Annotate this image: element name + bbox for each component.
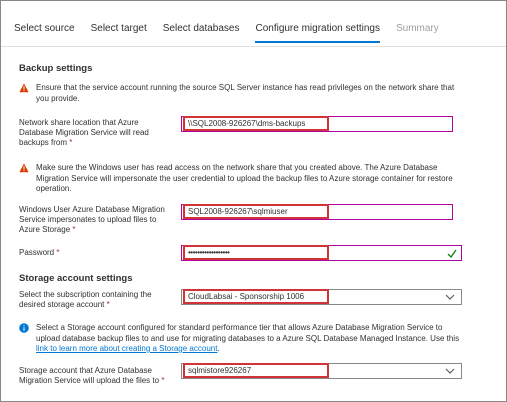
tab-configure-migration-settings[interactable]: Configure migration settings: [255, 23, 380, 43]
password-input[interactable]: ••••••••••••••••••: [181, 245, 462, 261]
warning-text: Make sure the Windows user has read acce…: [36, 163, 453, 193]
password-value: ••••••••••••••••••: [183, 245, 329, 260]
storage-account-dropdown[interactable]: sqlmistore926267: [181, 363, 462, 379]
chevron-down-icon: [445, 368, 455, 374]
storage-account-help-link[interactable]: link to learn more about creating a Stor…: [36, 344, 217, 353]
password-label: Password *: [19, 248, 60, 257]
tab-select-databases[interactable]: Select databases: [163, 23, 240, 43]
subscription-label: Select the subscription containing the d…: [19, 290, 152, 309]
backup-settings-heading: Backup settings: [19, 63, 93, 74]
storage-account-label: Storage account that Azure Database Migr…: [19, 366, 165, 385]
warning-text: Ensure that the service account running …: [36, 83, 455, 103]
subscription-value: CloudLabsai - Sponsorship 1006: [183, 289, 329, 304]
tab-select-source[interactable]: Select source: [14, 23, 75, 43]
check-icon: [447, 249, 457, 258]
network-share-label: Network share location that Azure Databa…: [19, 118, 149, 147]
warning-icon: [19, 163, 29, 173]
windows-user-input[interactable]: SQL2008-926267\sqlmiuser: [181, 204, 453, 220]
windows-user-label: Windows User Azure Database Migration Se…: [19, 205, 165, 234]
tab-summary[interactable]: Summary: [396, 23, 439, 43]
tab-select-target[interactable]: Select target: [91, 23, 147, 43]
info-text: Select a Storage account configured for …: [36, 323, 460, 353]
network-share-input[interactable]: \\SQL2008-926267\dms-backups: [181, 116, 453, 132]
windows-user-value: SQL2008-926267\sqlmiuser: [183, 204, 329, 219]
subscription-dropdown[interactable]: CloudLabsai - Sponsorship 1006: [181, 289, 462, 305]
storage-settings-heading: Storage account settings: [19, 273, 133, 284]
storage-account-value: sqlmistore926267: [183, 363, 329, 378]
tabs-divider: [1, 46, 506, 47]
network-share-value: \\SQL2008-926267\dms-backups: [183, 116, 329, 131]
chevron-down-icon: [445, 294, 455, 300]
warning-icon: [19, 83, 29, 93]
info-icon: [19, 323, 29, 333]
wizard-tabs: Select source Select target Select datab…: [14, 23, 455, 43]
migration-settings-panel: Select source Select target Select datab…: [0, 0, 507, 402]
